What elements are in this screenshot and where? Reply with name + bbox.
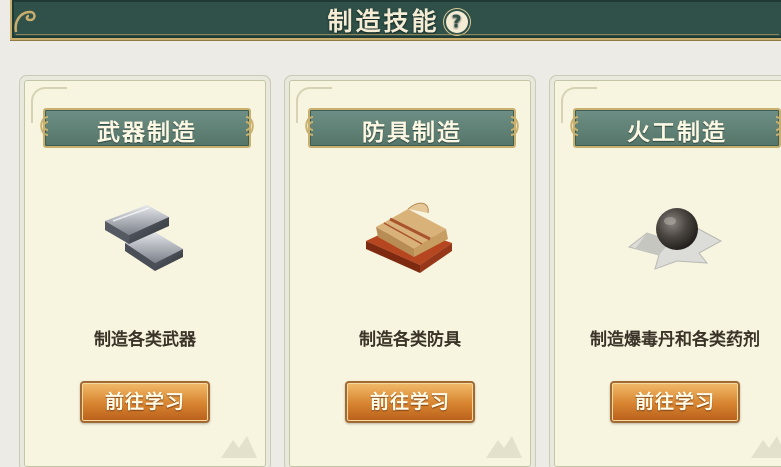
learn-button-armor[interactable]: 前往学习: [345, 381, 475, 423]
skill-card-firecraft: 火工制造 制造爆毒丹和各类药剂 前往学习: [554, 80, 781, 467]
question-circle-icon[interactable]: ?: [445, 11, 468, 33]
iron-ingot-icon: [105, 205, 183, 271]
card-title-bar: 防具制造: [305, 108, 519, 148]
header-banner: 制造技能?: [10, 0, 781, 40]
card-title-bar: 武器制造: [40, 108, 254, 148]
card-description: 制造各类武器: [94, 330, 196, 350]
card-title: 防具制造: [362, 120, 462, 146]
landscape-decor-icon: [221, 436, 257, 458]
learn-button-firecraft[interactable]: 前往学习: [610, 381, 740, 423]
landscape-decor-icon: [751, 436, 781, 458]
bomb-ball-icon: [627, 208, 723, 270]
page-title-text: 制造技能: [327, 7, 440, 36]
cloth-bundle-icon: [366, 202, 452, 273]
page-title: 制造技能?: [12, 2, 781, 38]
card-description: 制造各类防具: [359, 330, 461, 350]
learn-button-weapon[interactable]: 前往学习: [80, 381, 210, 423]
card-description: 制造爆毒丹和各类药剂: [590, 330, 760, 350]
skill-card-weapon: 武器制造 制造各类武器 前往学习: [24, 80, 266, 467]
card-title: 火工制造: [627, 120, 727, 146]
skill-card-armor: 防具制造 制造各类防具 前往学习: [289, 80, 531, 467]
card-title-bar: 火工制造: [570, 108, 781, 148]
landscape-decor-icon: [486, 436, 522, 458]
card-title: 武器制造: [97, 120, 197, 146]
